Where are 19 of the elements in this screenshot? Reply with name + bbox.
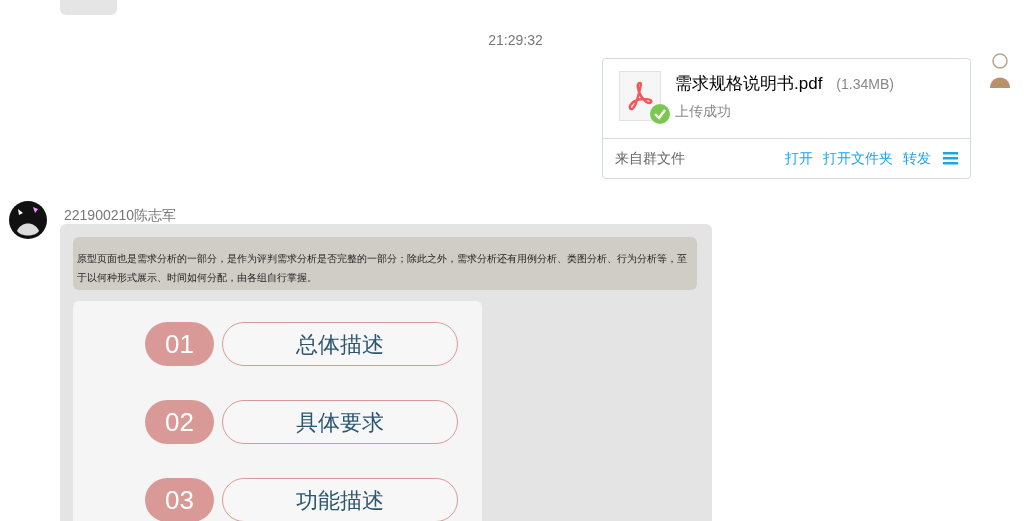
action-link[interactable]: 打开文件夹 [823, 148, 893, 169]
upload-status: 上传成功 [675, 101, 732, 121]
note-text: 原型页面也是需求分析的一部分，是作为评判需求分析是否完整的一部分；除此之外，需求分析还有用例分析、类图分析、行为分析等，至于以何种形式展示、时间如何分配，由各组自行掌握。 [77, 252, 688, 285]
section-title: 功能描述 [222, 478, 458, 521]
avatar-icon[interactable] [9, 201, 47, 239]
section-title: 总体描述 [222, 322, 458, 366]
file-source: 来自群文件 [615, 149, 685, 168]
number-badge: 01 [145, 322, 214, 366]
pdf-icon [627, 81, 653, 111]
timestamp: 21:29:32 [488, 31, 543, 50]
sender-name: 221900210陈志军 [64, 206, 177, 225]
file-name: 需求规格说明书.pdf [675, 73, 823, 95]
menu-icon[interactable] [943, 152, 958, 165]
action-link[interactable]: 转发 [903, 148, 931, 169]
file-size: (1.34MB) [836, 75, 894, 94]
number-badge: 03 [145, 478, 214, 521]
section-title: 具体要求 [222, 400, 458, 444]
action-link[interactable]: 打开 [785, 148, 813, 169]
number-badge: 02 [145, 400, 214, 444]
